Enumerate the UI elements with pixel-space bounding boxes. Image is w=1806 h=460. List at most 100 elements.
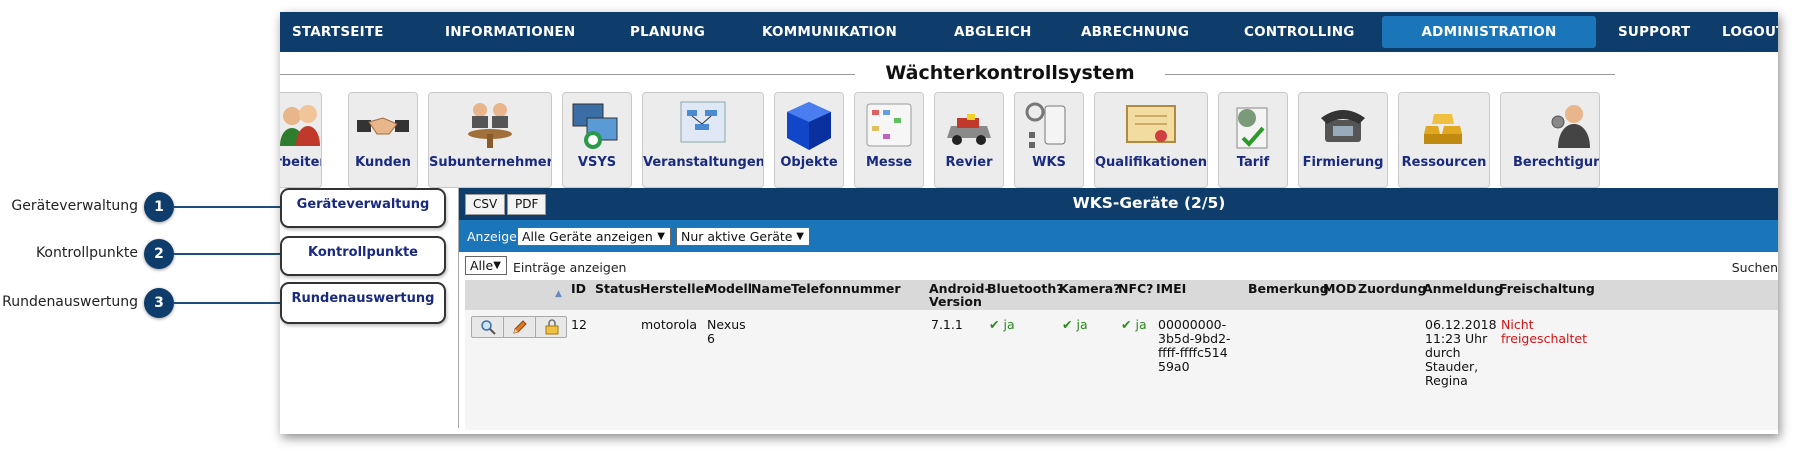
pdf-export-button[interactable]: PDF	[507, 194, 547, 215]
callout-connector	[174, 253, 280, 255]
nav-administration[interactable]: ADMINISTRATION	[1382, 16, 1596, 48]
tile-messe[interactable]: Messe	[854, 92, 924, 188]
nav-startseite[interactable]: STARTSEITE	[292, 12, 384, 52]
tile-wks[interactable]: WKS	[1014, 92, 1084, 188]
col-mod[interactable]: MOD	[1323, 282, 1356, 295]
col-name[interactable]: Name	[751, 282, 791, 295]
tile-berechtigungen[interactable]: Berechtigungen	[1500, 92, 1600, 188]
col-id[interactable]: ID	[571, 282, 586, 295]
callout-2: Kontrollpunkte 2	[0, 239, 280, 269]
tile-label: Objekte	[780, 155, 838, 170]
csv-export-button[interactable]: CSV	[465, 194, 506, 215]
certificate-icon	[1126, 105, 1176, 143]
cell-nfc-value: ja	[1135, 317, 1147, 332]
dropdown-arrow-icon: ▼	[493, 260, 501, 271]
cell-hersteller: motorola	[641, 317, 698, 332]
tile-label: Firmierung	[1302, 155, 1384, 170]
tile-tarif[interactable]: Tarif	[1218, 92, 1288, 188]
cell-imei: 00000000-3b5d-9bd2-ffff-ffffc51459a0	[1158, 317, 1231, 374]
panel-header: CSV PDF WKS-Geräte (2/5)	[459, 188, 1778, 220]
sort-asc-icon[interactable]: ▲	[555, 288, 562, 301]
callout-badge: 1	[144, 192, 174, 222]
entries-length-select[interactable]: Alle ▼	[465, 256, 507, 275]
col-imei[interactable]: IMEI	[1156, 282, 1186, 295]
nav-abrechnung[interactable]: ABRECHNUNG	[1081, 12, 1189, 52]
cell-modell: Nexus 6	[707, 317, 746, 346]
title-rule-right	[1165, 74, 1615, 75]
view-button[interactable]	[472, 317, 504, 337]
sidebar-item-kontrollpunkte[interactable]: Kontrollpunkte	[280, 236, 446, 276]
tile-label: Subunternehmer	[429, 155, 551, 170]
col-status[interactable]: Status	[595, 282, 641, 295]
sidebar-item-rundenauswertung[interactable]: Rundenauswertung	[280, 282, 446, 324]
col-bemerkung[interactable]: Bemerkung	[1248, 282, 1329, 295]
col-telefonnummer[interactable]: Telefonnummer	[791, 282, 901, 295]
cell-bluetooth-value: ja	[1003, 317, 1015, 332]
row-actions	[471, 316, 567, 338]
edit-button[interactable]	[504, 317, 536, 337]
tile-mitarbeiter[interactable]: Mitarbeiter	[280, 92, 322, 188]
tile-firmierung[interactable]: Firmierung	[1298, 92, 1388, 188]
pencil-icon	[513, 320, 527, 334]
check-icon: ✔	[1062, 317, 1073, 332]
cell-bluetooth: ✔ ja	[989, 318, 1015, 332]
nav-logout[interactable]: LOGOUT	[1722, 12, 1778, 52]
tile-revier[interactable]: Revier	[934, 92, 1004, 188]
callout-1: Geräteverwaltung 1	[0, 192, 280, 222]
table-controls: Alle ▼ Einträge anzeigen Suchen	[459, 254, 1778, 278]
wks-device-icon	[1025, 102, 1066, 148]
check-icon: ✔	[989, 317, 1000, 332]
dropdown-arrow-icon: ▼	[657, 231, 665, 242]
sidebar-item-geraeteverwaltung[interactable]: Geräteverwaltung	[280, 188, 446, 228]
tile-qualifikationen[interactable]: Qualifikationen	[1094, 92, 1208, 188]
subcontractor-icon	[468, 103, 512, 148]
documentation-figure: Geräteverwaltung 1 Kontrollpunkte 2 Rund…	[0, 0, 1806, 460]
col-modell[interactable]: Modell	[705, 282, 752, 295]
col-nfc[interactable]: NFC?	[1118, 282, 1153, 295]
table-row: 12 motorola Nexus 6 7.1.1 ✔ ja ✔ ja ✔ ja…	[465, 310, 1778, 430]
col-hersteller[interactable]: Hersteller	[640, 282, 710, 295]
col-bluetooth[interactable]: Bluetooth?	[987, 282, 1063, 295]
unlock-button[interactable]	[536, 317, 568, 337]
nav-controlling[interactable]: CONTROLLING	[1244, 12, 1355, 52]
nav-kommunikation[interactable]: KOMMUNIKATION	[762, 12, 897, 52]
nav-informationen[interactable]: INFORMATIONEN	[445, 12, 575, 52]
magnifier-icon	[481, 320, 496, 335]
cell-kamera: ✔ ja	[1062, 318, 1088, 332]
tile-vsys[interactable]: VSYS	[562, 92, 632, 188]
tile-objekte[interactable]: Objekte	[774, 92, 844, 188]
device-filter-select[interactable]: Alle Geräte anzeigen ▼	[517, 227, 671, 246]
nav-support[interactable]: SUPPORT	[1618, 12, 1690, 52]
nav-planung[interactable]: PLANUNG	[630, 12, 705, 52]
panel-title: WKS-Geräte (2/5)	[1072, 194, 1226, 212]
cell-anmeldung: 06.12.2018 11:23 Uhr durch Stauder, Regi…	[1425, 317, 1497, 388]
col-kamera[interactable]: Kamera?	[1059, 282, 1120, 295]
cell-id: 12	[571, 317, 587, 332]
tile-kunden[interactable]: Kunden	[348, 92, 418, 188]
filter-label: Anzeige:	[467, 229, 522, 244]
tile-veranstaltungen[interactable]: Veranstaltungen	[642, 92, 764, 188]
active-filter-select[interactable]: Nur aktive Geräte ▼	[676, 227, 810, 246]
tile-label: Tarif	[1236, 155, 1270, 170]
col-freischaltung[interactable]: Freischaltung	[1499, 282, 1595, 295]
col-android-version[interactable]: Android-Version	[929, 282, 990, 308]
events-chart-icon	[680, 101, 726, 143]
nav-abgleich[interactable]: ABGLEICH	[954, 12, 1031, 52]
tile-label: VSYS	[577, 155, 617, 170]
system-heading: Wächterkontrollsystem	[280, 60, 1778, 90]
tile-subunternehmer[interactable]: Subunternehmer	[428, 92, 552, 188]
tile-label: Revier	[945, 155, 993, 170]
col-zuordung[interactable]: Zuordung	[1358, 282, 1426, 295]
callout-connector	[174, 206, 280, 208]
tile-label: Ressourcen	[1401, 155, 1487, 170]
cell-freischaltung: Nicht freigeschaltet	[1501, 317, 1587, 346]
col-anmeldung[interactable]: Anmeldung	[1423, 282, 1503, 295]
title-rule-left	[280, 74, 855, 75]
callout-connector	[174, 302, 280, 304]
tile-ressourcen[interactable]: Ressourcen	[1398, 92, 1490, 188]
tile-label: WKS	[1032, 155, 1066, 170]
employees-icon	[280, 105, 320, 146]
callout-label: Kontrollpunkte	[35, 245, 138, 261]
callout-badge: 2	[144, 239, 174, 269]
calendar-icon	[866, 103, 912, 147]
